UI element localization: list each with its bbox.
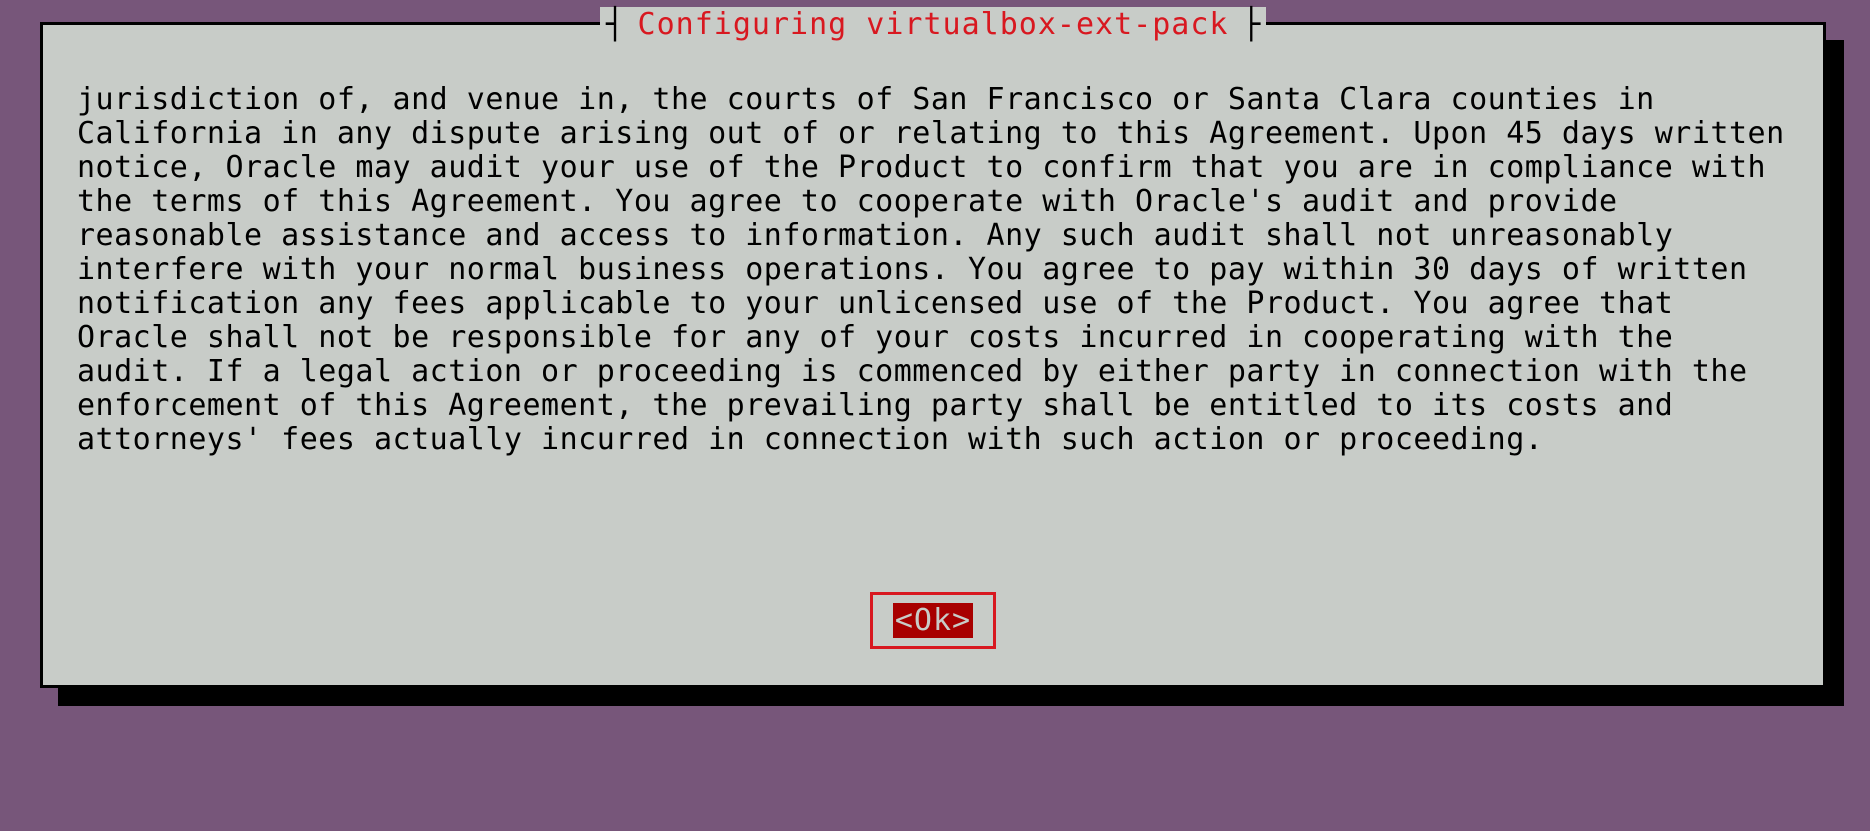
title-decoration-right: ├: [1242, 7, 1260, 42]
title-decoration-left: ┤: [606, 7, 624, 42]
config-dialog: ┤ Configuring virtualbox-ext-pack ├ juri…: [40, 22, 1826, 688]
dialog-title-bar: ┤ Configuring virtualbox-ext-pack ├: [43, 7, 1823, 42]
ok-button[interactable]: <Ok>: [893, 603, 973, 638]
button-row: <Ok>: [43, 592, 1823, 649]
ok-button-frame: <Ok>: [870, 592, 996, 649]
license-text: jurisdiction of, and venue in, the court…: [77, 83, 1789, 457]
dialog-title: Configuring virtualbox-ext-pack: [634, 7, 1233, 42]
